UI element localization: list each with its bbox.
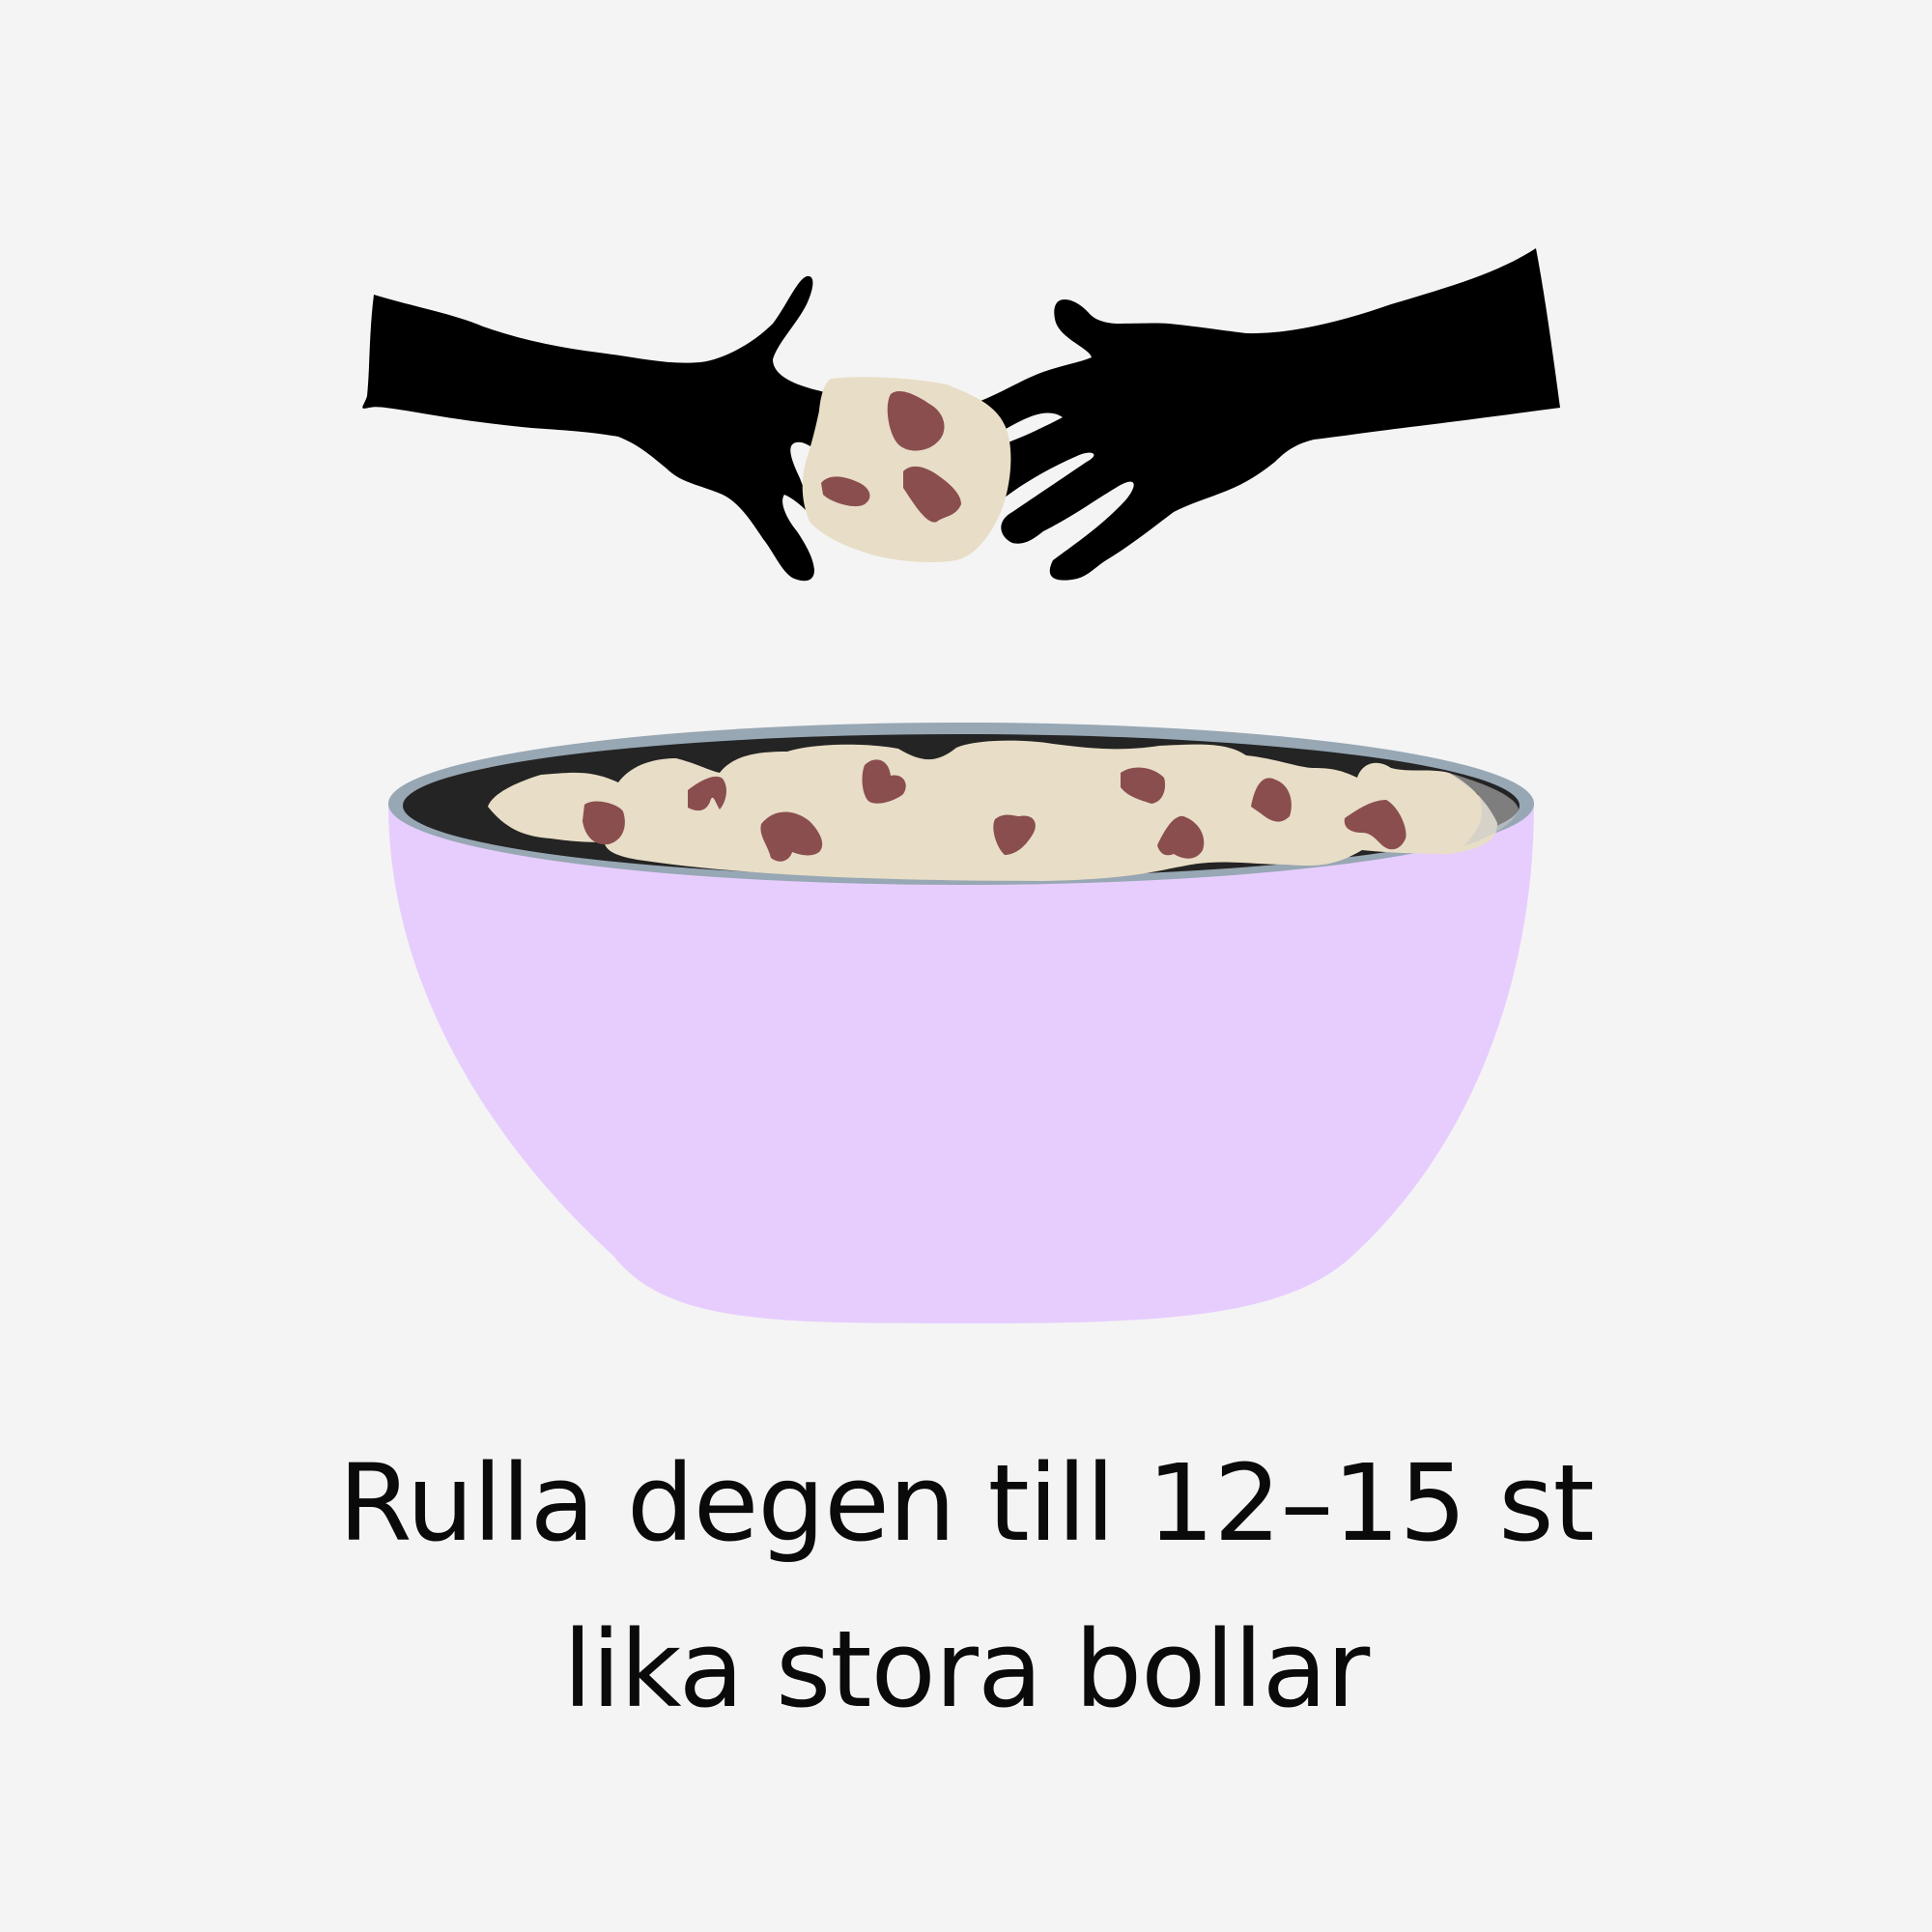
mixing-bowl-icon	[388, 723, 1534, 1323]
caption-line-2: lika stora bollar	[562, 1607, 1370, 1731]
dough-ball-icon	[802, 377, 1011, 562]
caption-line-1: Rulla degen till 12–15 st	[338, 1441, 1595, 1565]
right-hand-icon	[971, 248, 1560, 581]
instruction-card: Rulla degen till 12–15 st lika stora bol…	[0, 0, 1932, 1932]
left-hand-icon	[362, 275, 870, 582]
instruction-caption: Rulla degen till 12–15 st lika stora bol…	[0, 1420, 1932, 1752]
